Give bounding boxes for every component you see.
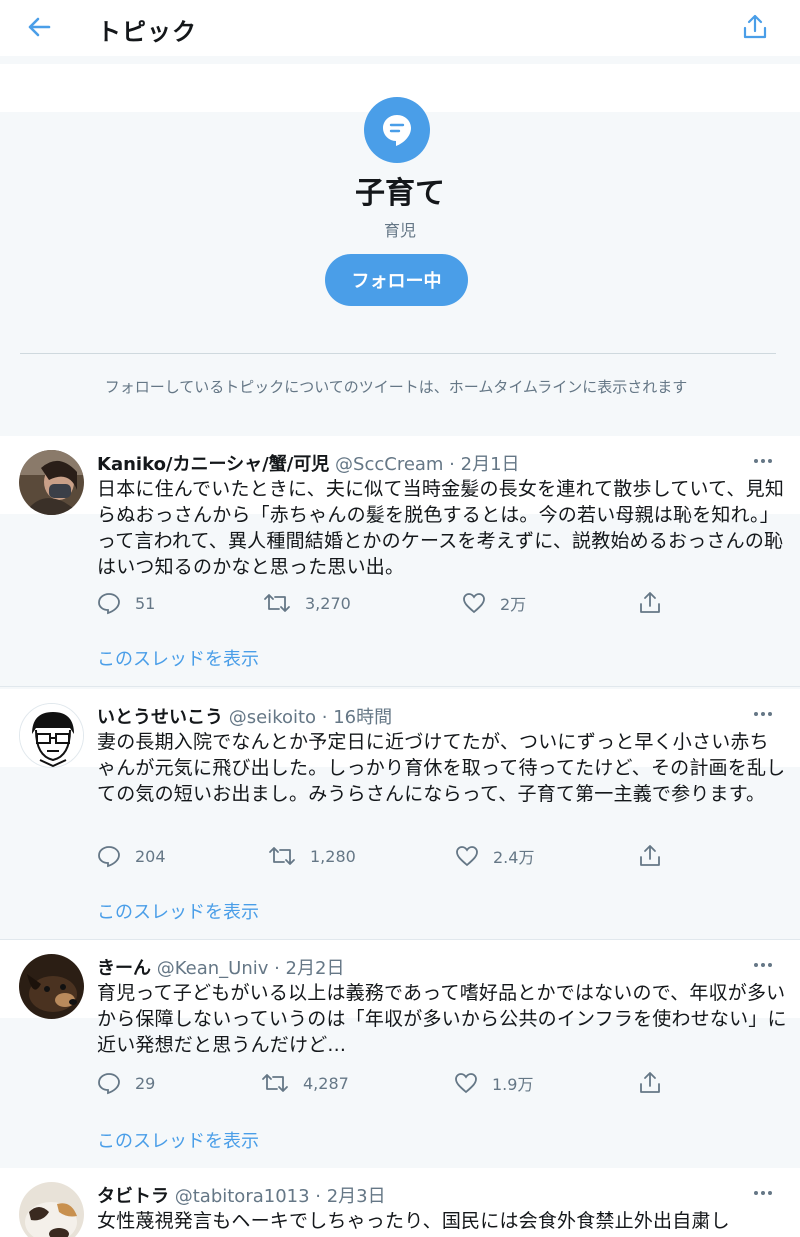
reply-icon — [98, 846, 120, 868]
more-button[interactable] — [748, 954, 778, 976]
retweet-button[interactable]: 3,270 — [263, 591, 351, 615]
retweet-button[interactable]: 4,287 — [261, 1071, 349, 1095]
cartoon-face-icon — [20, 704, 83, 767]
retweet-count: 1,280 — [310, 846, 356, 866]
reply-button[interactable]: 51 — [97, 591, 155, 615]
top-bar: トピック — [0, 0, 800, 56]
dog-photo-icon — [19, 954, 84, 1019]
tweet-text: 女性蔑視発言もヘーキでしちゃったり、国民には会食外食禁止外出自粛し — [97, 1210, 730, 1232]
reply-count: 29 — [135, 1073, 156, 1093]
like-count: 1.9万 — [492, 1075, 534, 1094]
tweet-actions: 204 1,280 2.4万 — [97, 844, 697, 870]
avatar[interactable] — [19, 954, 84, 1019]
follow-note: フォローしているトピックについてのツイートは、ホームタイムラインに表示されます — [104, 378, 688, 396]
topic-subtitle: 育児 — [383, 221, 416, 240]
heart-icon — [455, 1073, 477, 1094]
retweet-icon — [269, 847, 295, 865]
topic-icon — [364, 97, 430, 163]
share-icon — [640, 1072, 660, 1093]
reply-button[interactable]: 204 — [97, 844, 166, 868]
like-count: 2万 — [500, 595, 527, 614]
tweet[interactable]: きーん @Kean_Univ · 2月2日 育児って子どもがいる以上は義務であっ… — [0, 940, 800, 1166]
share-icon — [640, 592, 660, 613]
retweet-count: 3,270 — [305, 593, 351, 613]
like-button[interactable]: 2.4万 — [455, 844, 534, 868]
reply-icon — [98, 1073, 120, 1095]
share-tweet-button[interactable] — [638, 1071, 662, 1095]
tweet[interactable]: タビトラ @tabitora1013 · 2月3日 女性蔑視発言もヘーキでしちゃ… — [0, 1168, 800, 1237]
retweet-count: 4,287 — [303, 1073, 349, 1093]
user-meta[interactable]: @SccCream · 2月1日 — [335, 454, 520, 475]
tweet[interactable]: いとうせいこう @seikoito · 16時間 妻の長期入院でなんとか予定日に… — [0, 689, 800, 939]
more-button[interactable] — [748, 450, 778, 472]
back-button[interactable] — [24, 12, 54, 42]
speech-bubble-icon — [383, 115, 411, 146]
like-button[interactable]: 2万 — [462, 591, 526, 615]
reply-count: 204 — [135, 846, 166, 866]
tweet-text: 育児って子どもがいる以上は義務であって嗜好品とかではないので、年収が多いから保障… — [97, 982, 787, 1056]
user-name[interactable]: Kaniko/カニーシャ/蟹/可児 — [97, 454, 329, 475]
tweet-header: Kaniko/カニーシャ/蟹/可児 @SccCream · 2月1日 — [97, 450, 520, 476]
avatar[interactable] — [19, 703, 84, 768]
show-thread-link[interactable]: このスレッドを表示 — [97, 898, 259, 924]
more-button[interactable] — [748, 703, 778, 725]
following-button[interactable]: フォロー中 — [325, 254, 468, 306]
tweet-text: 日本に住んでいたときに、夫に似て当時金髪の長女を連れて散歩していて、見知らぬおっ… — [97, 478, 785, 578]
heart-icon — [456, 846, 478, 867]
heart-icon — [463, 593, 485, 614]
tweet-actions: 29 4,287 1.9万 — [97, 1071, 697, 1097]
tweet-actions: 51 3,270 2万 — [97, 591, 697, 617]
user-meta[interactable]: @Kean_Univ · 2月2日 — [157, 958, 345, 979]
retweet-icon — [264, 594, 290, 612]
avatar[interactable] — [19, 450, 84, 515]
share-button[interactable] — [738, 10, 772, 44]
like-count: 2.4万 — [493, 848, 535, 867]
share-icon — [743, 14, 767, 39]
tweet-separator — [0, 686, 800, 687]
user-photo-icon — [19, 450, 84, 515]
like-button[interactable]: 1.9万 — [454, 1071, 533, 1095]
reply-icon — [98, 593, 120, 615]
share-tweet-button[interactable] — [638, 844, 662, 868]
tweet-text: 妻の長期入院でなんとか予定日に近づけてたが、ついにずっと早く小さい赤ちゃんが元気… — [97, 731, 786, 805]
reply-button[interactable]: 29 — [97, 1071, 155, 1095]
share-icon — [640, 845, 660, 866]
user-name[interactable]: きーん — [97, 958, 151, 979]
retweet-button[interactable]: 1,280 — [268, 844, 356, 868]
tweet-header: いとうせいこう @seikoito · 16時間 — [97, 703, 392, 729]
user-name[interactable]: いとうせいこう — [97, 707, 223, 728]
user-meta[interactable]: @tabitora1013 · 2月3日 — [175, 1186, 386, 1207]
reply-count: 51 — [135, 593, 156, 613]
tweet-header: きーん @Kean_Univ · 2月2日 — [97, 954, 344, 980]
show-thread-link[interactable]: このスレッドを表示 — [97, 1127, 259, 1153]
user-name[interactable]: タビトラ — [97, 1186, 169, 1207]
more-button[interactable] — [748, 1182, 778, 1204]
share-tweet-button[interactable] — [638, 591, 662, 615]
page-title: トピック — [97, 18, 197, 46]
user-meta[interactable]: @seikoito · 16時間 — [229, 707, 392, 728]
arrow-left-icon — [28, 17, 51, 37]
divider — [20, 353, 776, 354]
tweet[interactable]: Kaniko/カニーシャ/蟹/可児 @SccCream · 2月1日 日本に住ん… — [0, 436, 800, 686]
show-thread-link[interactable]: このスレッドを表示 — [97, 645, 259, 671]
retweet-icon — [262, 1074, 288, 1092]
topic-title: 子育て — [355, 176, 445, 211]
tweet-header: タビトラ @tabitora1013 · 2月3日 — [97, 1182, 386, 1208]
